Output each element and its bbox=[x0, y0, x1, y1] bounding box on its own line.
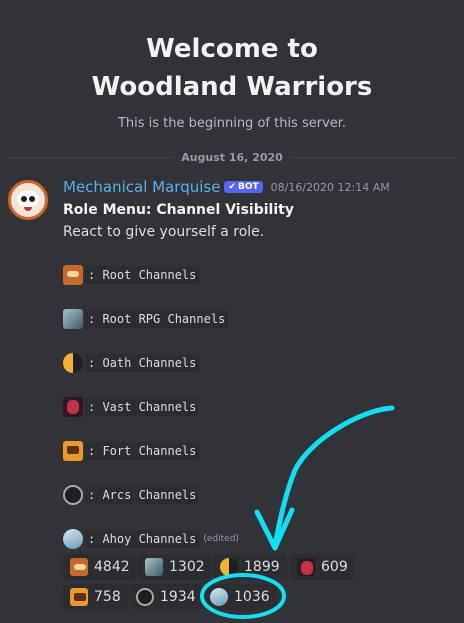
ahoy-emoji bbox=[63, 529, 83, 549]
role-label: : Arcs Channels bbox=[85, 486, 200, 504]
reaction-arcs[interactable]: 1934 bbox=[129, 584, 203, 610]
role-label: : Vast Channels bbox=[85, 398, 200, 416]
role-label: : Oath Channels bbox=[85, 354, 200, 372]
avatar-eye bbox=[29, 196, 35, 202]
date-divider: August 16, 2020 bbox=[8, 148, 456, 166]
reaction-count: 4842 bbox=[94, 559, 130, 575]
role-item-vast: : Vast Channels bbox=[63, 396, 200, 418]
welcome-header: Welcome to Woodland Warriors This is the… bbox=[0, 30, 464, 131]
root-emoji bbox=[70, 558, 88, 576]
welcome-title-line2: Woodland Warriors bbox=[91, 72, 373, 102]
reaction-count: 1036 bbox=[234, 589, 270, 605]
date-divider-label: August 16, 2020 bbox=[181, 150, 283, 164]
edited-label: (edited) bbox=[203, 534, 239, 544]
arcs-emoji bbox=[63, 485, 83, 505]
role-item-ahoy: : Ahoy Channels (edited) bbox=[63, 528, 239, 550]
divider-line bbox=[290, 156, 456, 158]
vast-emoji bbox=[63, 397, 83, 417]
role-item-fort: : Fort Channels bbox=[63, 440, 200, 462]
avatar-eye bbox=[21, 196, 27, 202]
reaction-count: 1899 bbox=[244, 559, 280, 575]
reaction-vast[interactable]: 609 bbox=[290, 554, 355, 580]
message-body: React to give yourself a role. bbox=[63, 224, 265, 240]
oath-emoji bbox=[220, 558, 238, 576]
root-emoji bbox=[63, 265, 83, 285]
oath-emoji bbox=[63, 353, 83, 373]
vast-emoji bbox=[297, 558, 315, 576]
message-header: Mechanical Marquise ✔ BOT 08/16/2020 12:… bbox=[63, 178, 390, 196]
reaction-root-rpg[interactable]: 1302 bbox=[138, 554, 212, 580]
fort-emoji bbox=[63, 441, 83, 461]
avatar[interactable] bbox=[8, 180, 48, 220]
bot-tag: ✔ BOT bbox=[224, 181, 263, 193]
annotation-arrow-head bbox=[254, 507, 295, 551]
role-item-arcs: : Arcs Channels bbox=[63, 484, 200, 506]
message-title: Role Menu: Channel Visibility bbox=[63, 202, 294, 218]
welcome-title-line1: Welcome to bbox=[146, 34, 318, 64]
reaction-fort[interactable]: 758 bbox=[63, 584, 128, 610]
username[interactable]: Mechanical Marquise bbox=[63, 178, 220, 196]
role-item-root-rpg: : Root RPG Channels bbox=[63, 308, 229, 330]
reaction-root[interactable]: 4842 bbox=[63, 554, 137, 580]
role-label: : Root Channels bbox=[85, 266, 200, 284]
timestamp: 08/16/2020 12:14 AM bbox=[270, 180, 390, 194]
avatar-mouth bbox=[24, 207, 32, 211]
annotation-arrow-shaft bbox=[272, 405, 395, 548]
role-label: : Ahoy Channels bbox=[85, 530, 200, 548]
welcome-subtitle: This is the beginning of this server. bbox=[117, 116, 347, 131]
check-icon: ✔ bbox=[228, 182, 236, 192]
role-label: : Root RPG Channels bbox=[85, 310, 229, 328]
fort-emoji bbox=[70, 588, 88, 606]
root-rpg-emoji bbox=[145, 558, 163, 576]
ahoy-emoji bbox=[210, 588, 228, 606]
reaction-oath[interactable]: 1899 bbox=[213, 554, 287, 580]
divider-line bbox=[8, 156, 174, 158]
reaction-count: 609 bbox=[321, 559, 348, 575]
role-item-root: : Root Channels bbox=[63, 264, 200, 286]
reaction-count: 758 bbox=[94, 589, 121, 605]
arcs-emoji bbox=[136, 588, 154, 606]
reaction-count: 1934 bbox=[160, 589, 196, 605]
role-item-oath: : Oath Channels bbox=[63, 352, 200, 374]
role-label: : Fort Channels bbox=[85, 442, 200, 460]
bot-tag-label: BOT bbox=[238, 182, 259, 192]
reaction-count: 1302 bbox=[169, 559, 205, 575]
reaction-ahoy[interactable]: 1036 bbox=[203, 584, 277, 610]
root-rpg-emoji bbox=[63, 309, 83, 329]
